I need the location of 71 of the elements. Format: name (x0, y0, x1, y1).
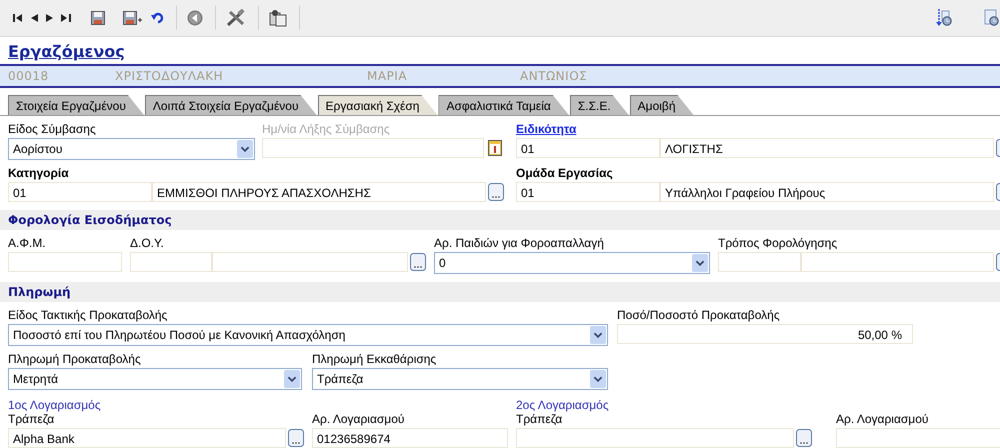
tab[interactable]: Λοιπά Στοιχεία Εργαζμένου (144, 95, 317, 115)
tab[interactable]: Σ.Σ.Ε. (570, 95, 629, 115)
amount-field[interactable]: 50,00 % (617, 324, 913, 344)
ellipsis-button[interactable] (796, 429, 812, 447)
code-field[interactable]: 01 (8, 182, 152, 202)
record-field: ΜΑΡΙΑ (367, 69, 520, 83)
dropdown[interactable]: Μετρητά (8, 368, 302, 390)
code-field[interactable] (130, 252, 212, 272)
field-label: Αρ. Λογαριασμού (312, 412, 404, 427)
field-label: Α.Φ.Μ. (8, 236, 46, 251)
bank-field[interactable] (516, 428, 794, 448)
next-record-icon[interactable] (46, 14, 53, 22)
save-icon[interactable] (91, 11, 105, 25)
first-record-icon[interactable] (13, 14, 23, 22)
dropdown[interactable]: Τράπεζα (312, 368, 608, 390)
tab[interactable]: Ασφαλιστικά Ταμεία (438, 95, 569, 115)
name-field[interactable]: ΕΜΜΙΣΘΟΙ ΠΛΗΡΟΥΣ ΑΠΑΣΧΟΛΗΣΗΣ (152, 182, 486, 202)
account-heading: 2ος Λογαριασμός (516, 398, 609, 412)
name-field[interactable] (801, 252, 994, 272)
sort-clock-icon[interactable] (936, 9, 952, 27)
field-label: Ομάδα Εργασίας (516, 166, 613, 181)
tools-icon[interactable] (226, 9, 246, 27)
calendar-icon[interactable] (488, 140, 502, 156)
field-label: Τράπεζα (516, 412, 562, 427)
field-label: Δ.Ο.Υ. (130, 236, 164, 251)
field-label: Είδος Τακτικής Προκαταβολής (8, 308, 168, 323)
name-field[interactable] (212, 252, 408, 272)
documents-icon[interactable] (269, 9, 287, 27)
field-label: Πληρωμή Προκαταβολής (8, 352, 141, 367)
save-new-icon[interactable] (123, 11, 143, 25)
code-field[interactable]: 01 (516, 138, 660, 158)
field-label: Αρ. Λογαριασμού (836, 412, 928, 427)
back-icon[interactable] (187, 10, 203, 26)
ellipsis-button[interactable] (410, 253, 426, 271)
tab[interactable]: Αμοιβή (630, 95, 694, 115)
code-field[interactable] (718, 252, 801, 272)
tab[interactable]: Στοιχεία Εργαζμένου (8, 95, 144, 115)
account-number-field[interactable]: 01236589674 (312, 428, 508, 448)
field-label: Πληρωμή Εκκαθάρισης (312, 352, 436, 367)
record-field: ΑΝΤΩΝΙΟΣ (520, 69, 720, 83)
date-field[interactable] (262, 138, 484, 158)
tab[interactable]: Εργασιακή Σχέση (318, 95, 438, 115)
section-header: Φορολογία Εισοδήματος (0, 210, 1000, 230)
field-label: Αρ. Παιδιών για Φοροαπαλλαγή (434, 236, 604, 251)
last-record-icon[interactable] (61, 14, 71, 22)
specialty-link[interactable]: Ειδικότητα (516, 122, 576, 137)
dropdown[interactable]: 0 (434, 252, 710, 274)
undo-icon[interactable] (151, 12, 164, 24)
name-field[interactable]: ΛΟΓΙΣΤΗΣ (660, 138, 994, 158)
ellipsis-button[interactable] (288, 429, 304, 447)
bank-field[interactable]: Alpha Bank (8, 428, 286, 448)
dropdown[interactable]: Αορίστου (8, 138, 255, 160)
dropdown[interactable]: Ποσοστό επί του Πληρωτέου Ποσού με Κανονική Απασχόληση (8, 324, 608, 346)
field-label: Κατηγορία (8, 166, 69, 181)
account-heading: 1ος Λογαριασμός (8, 398, 101, 412)
name-field[interactable]: Υπάλληλοι Γραφείου Πλήρους (660, 182, 994, 202)
field-label: Ημ/νία Λήξης Σύμβασης (262, 122, 390, 137)
field-label: Τρόπος Φορολόγησης (718, 236, 838, 251)
code-field[interactable]: 01 (516, 182, 660, 202)
record-field: ΧΡΙΣΤΟΔΟΥΛΑΚΗ (115, 69, 367, 83)
previous-record-icon[interactable] (31, 14, 38, 22)
field-label: Τράπεζα (8, 412, 54, 427)
field-label: Ποσό/Ποσοστό Προκαταβολής (617, 308, 780, 323)
record-field: 00018 (8, 69, 115, 83)
document-clock-icon[interactable] (984, 9, 1000, 27)
ellipsis-button[interactable] (488, 183, 504, 201)
account-number-field[interactable] (836, 428, 1000, 448)
field-label: Είδος Σύμβασης (8, 122, 96, 137)
section-header: Πληρωμή (0, 282, 1000, 302)
text-field[interactable] (8, 252, 122, 272)
page-title: Εργαζόμενος (8, 43, 125, 61)
